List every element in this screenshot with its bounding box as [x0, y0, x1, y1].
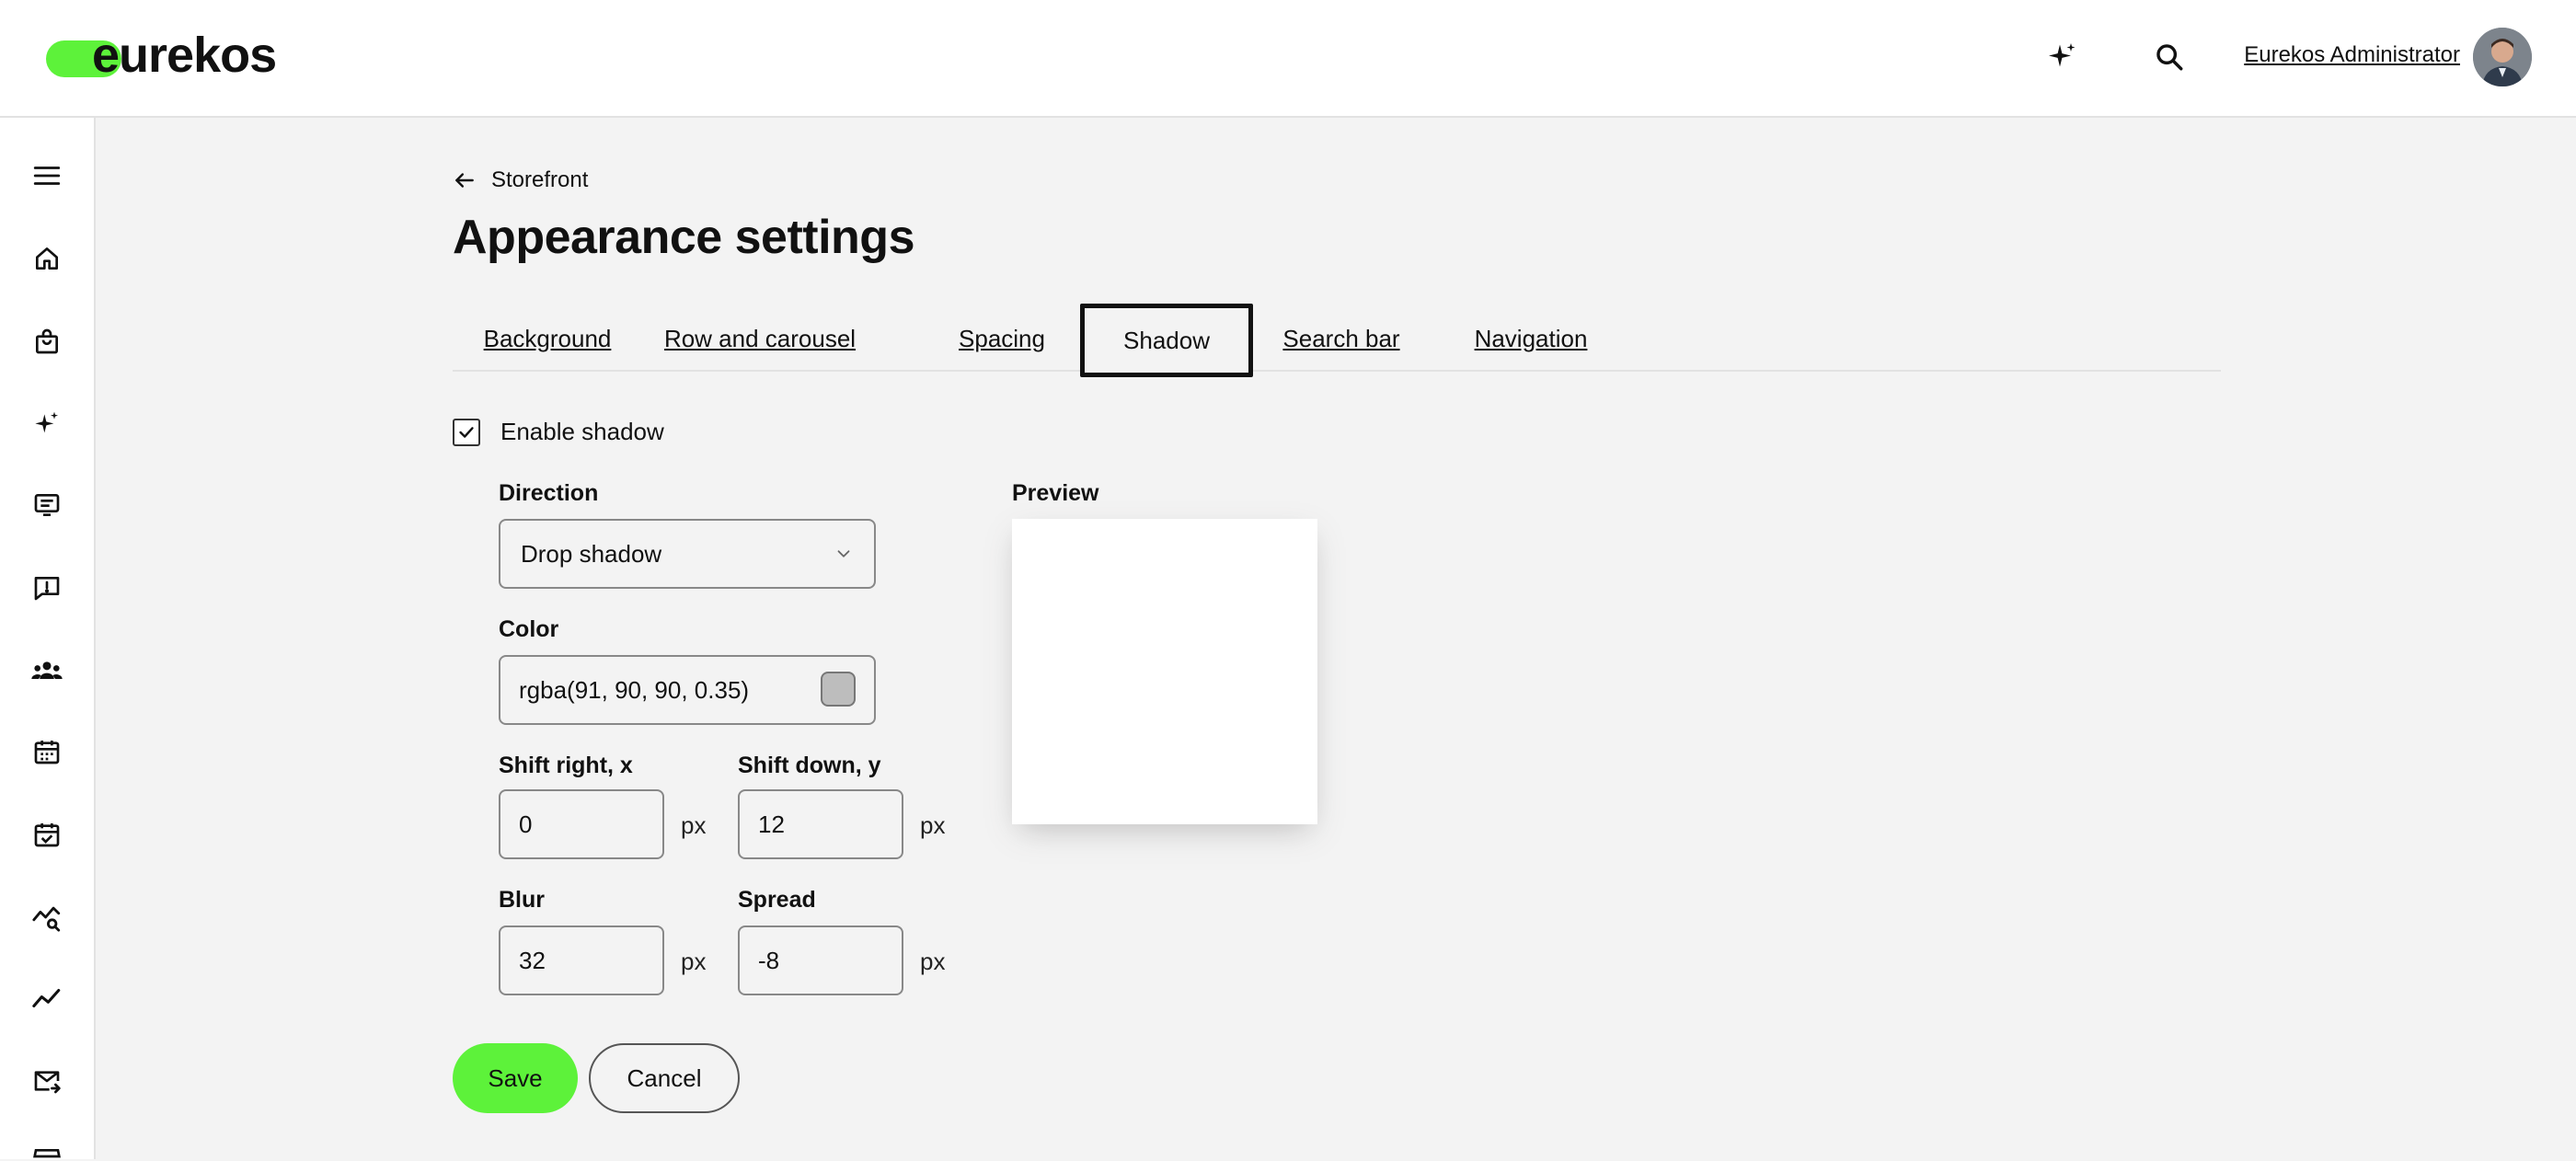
logo-text: eurekos — [92, 28, 277, 83]
direction-select[interactable]: Drop shadow — [499, 519, 876, 589]
chevron-down-icon — [837, 550, 850, 558]
tab-bar: Background Row and carousel Spacing Shad… — [453, 304, 2221, 377]
shift-y-unit: px — [920, 811, 946, 839]
people-icon[interactable] — [28, 651, 66, 690]
blur-unit: px — [681, 948, 707, 975]
trend-line-icon[interactable] — [28, 979, 66, 1017]
shopping-bag-icon[interactable] — [28, 322, 66, 361]
shift-x-input[interactable] — [499, 789, 664, 859]
analytics-search-icon[interactable] — [28, 898, 66, 937]
search-icon[interactable] — [2149, 37, 2190, 77]
preview-label: Preview — [1012, 480, 1099, 506]
page-title: Appearance settings — [453, 211, 915, 264]
spread-input[interactable] — [738, 925, 903, 995]
tab-navigation[interactable]: Navigation — [1470, 305, 1592, 372]
top-bar: eurekos Eurekos Administrator — [0, 0, 2576, 118]
color-input[interactable] — [499, 655, 876, 725]
breadcrumb-label: Storefront — [491, 167, 589, 192]
shift-x-label: Shift right, x — [499, 753, 633, 778]
calendar-check-icon[interactable] — [28, 815, 66, 854]
shift-y-input[interactable] — [738, 789, 903, 859]
calendar-icon[interactable] — [28, 732, 66, 771]
enable-shadow-checkbox[interactable] — [453, 418, 480, 446]
enable-shadow-row[interactable]: Enable shadow — [453, 418, 664, 446]
check-icon — [459, 426, 474, 438]
logo[interactable]: eurekos — [46, 28, 277, 83]
breadcrumb-back-link[interactable]: Storefront — [453, 167, 588, 193]
sparkle-icon[interactable] — [28, 405, 66, 443]
cancel-button[interactable]: Cancel — [589, 1043, 740, 1113]
shadow-preview-box — [1012, 519, 1317, 824]
shift-x-unit: px — [681, 811, 707, 839]
mail-forward-icon[interactable] — [28, 1062, 66, 1100]
sidebar — [0, 118, 96, 1159]
menu-icon[interactable] — [28, 156, 66, 195]
direction-label: Direction — [499, 480, 599, 506]
spread-unit: px — [920, 948, 946, 975]
feedback-icon[interactable] — [28, 569, 66, 607]
user-name-link[interactable]: Eurekos Administrator — [2244, 42, 2460, 68]
tab-shadow[interactable]: Shadow — [1080, 304, 1253, 377]
arrow-left-icon — [455, 173, 474, 188]
tab-spacing[interactable]: Spacing — [953, 305, 1051, 372]
blur-input[interactable] — [499, 925, 664, 995]
blur-label: Blur — [499, 887, 545, 913]
tab-search-bar[interactable]: Search bar — [1279, 305, 1404, 372]
spread-label: Spread — [738, 887, 816, 913]
color-swatch[interactable] — [821, 672, 856, 707]
enable-shadow-label: Enable shadow — [500, 418, 664, 445]
home-icon[interactable] — [28, 239, 66, 278]
save-button[interactable]: Save — [453, 1043, 578, 1113]
store-icon[interactable] — [28, 1141, 66, 1161]
tab-row-and-carousel[interactable]: Row and carousel — [640, 305, 880, 372]
avatar[interactable] — [2473, 28, 2532, 86]
tab-background[interactable]: Background — [478, 305, 616, 372]
direction-value: Drop shadow — [521, 539, 662, 568]
color-label: Color — [499, 616, 559, 642]
shift-y-label: Shift down, y — [738, 753, 881, 778]
sparkle-icon[interactable] — [2042, 37, 2083, 77]
monitor-list-icon[interactable] — [28, 486, 66, 524]
